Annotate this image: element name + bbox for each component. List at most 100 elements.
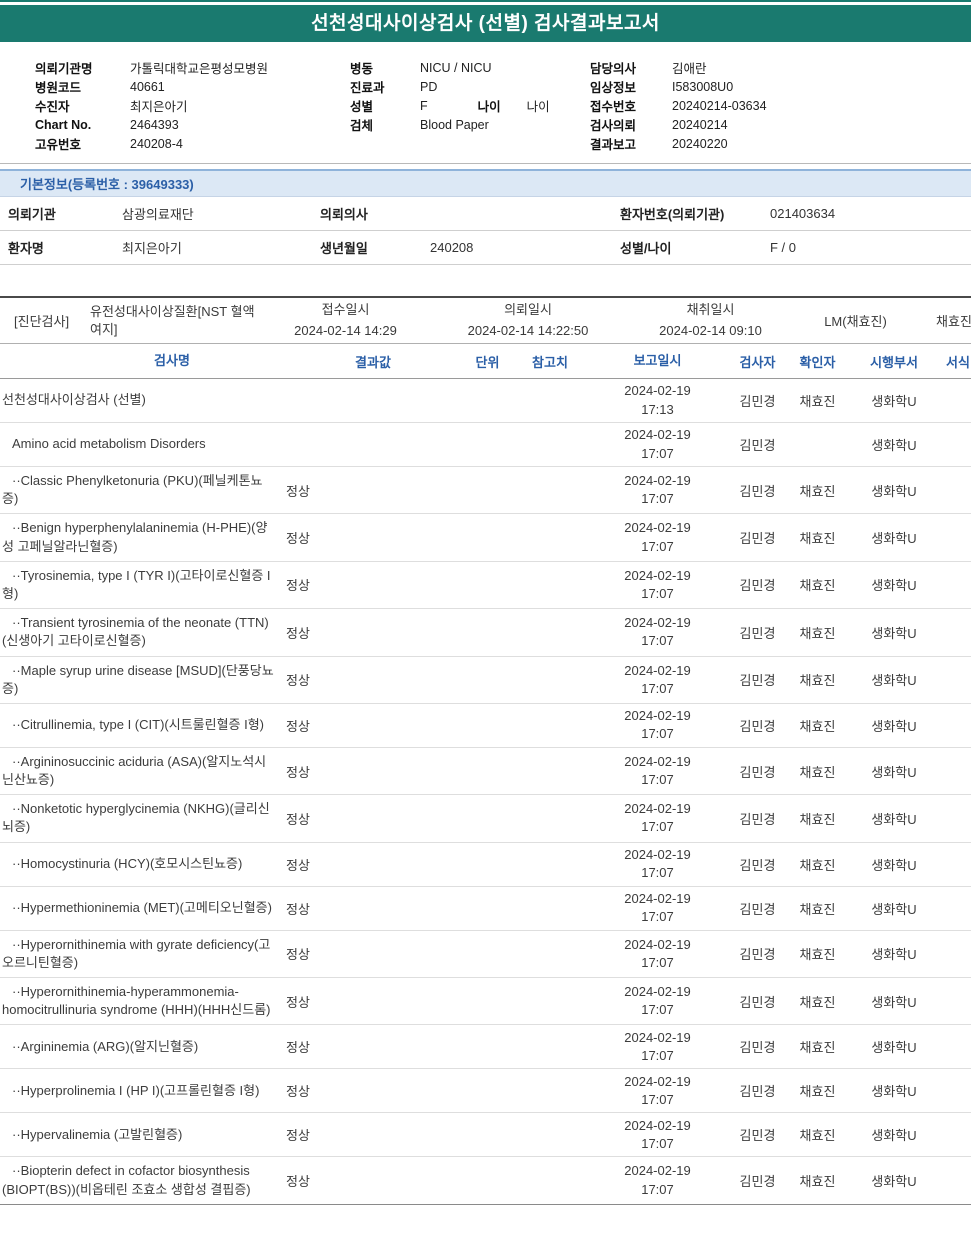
department-name: 생화학U (871, 994, 917, 1010)
department-name: 생화학U (871, 947, 917, 963)
test-result: 정상 (286, 994, 310, 1010)
report-datetime: 2024-02-19 17:07 (624, 984, 691, 1018)
tester-name: 김민경 (739, 625, 776, 641)
department-name: 생화학U (871, 1128, 917, 1144)
cell-value: 240208 (430, 240, 474, 255)
test-name: ··Hypermethioninemia (MET)(고메티오닌혈증) (12, 900, 272, 916)
confirmer-name: 채효진 (799, 625, 836, 641)
report-datetime: 2024-02-19 17:07 (624, 846, 691, 881)
basic-info-row: 의뢰기관 삼광의료재단 의뢰의사 환자번호(의뢰기관) 021403634 (0, 197, 971, 231)
header-field-row: 병동 NICU / NICU (350, 58, 590, 77)
test-name: ··Hyperprolinemia I (HP I)(고프롤린혈증 I형) (12, 1082, 260, 1098)
field-value: F (420, 98, 428, 113)
test-name: 선천성대사이상검사 (선별) (2, 392, 146, 408)
result-row: ··Biopterin defect in cofactor biosynthe… (0, 1157, 971, 1203)
confirmer-name: 채효진 (799, 1174, 836, 1190)
col-reference: 참고치 (532, 354, 568, 370)
department-name: 생화학U (871, 578, 917, 594)
test-name: Amino acid metabolism Disorders (12, 436, 206, 452)
field-label: 성별 (350, 100, 374, 114)
confirmer-name: 채효진 (799, 1084, 836, 1100)
test-name: ··Hypervalinemia (고발린혈증) (12, 1126, 183, 1142)
confirmer-name: 채효진 (799, 947, 836, 963)
test-result: 정상 (286, 1040, 310, 1056)
tester-name: 김민경 (739, 901, 776, 917)
department-name: 생화학U (871, 901, 917, 917)
result-row: ··Maple syrup urine disease [MSUD](단풍당뇨증… (0, 657, 971, 704)
department-name: 생화학U (871, 483, 917, 499)
basic-info-table: 의뢰기관 삼광의료재단 의뢰의사 환자번호(의뢰기관) 021403634 환자… (0, 197, 971, 265)
tester-name: 김민경 (739, 1174, 776, 1190)
collect-datetime-value: 2024-02-14 09:10 (659, 322, 762, 338)
report-page: 선천성대사이상검사 (선별) 검사결과보고서 의뢰기관명 가톨릭대학교은평성모병… (0, 0, 971, 1205)
header-field-row: 의뢰기관명 가톨릭대학교은평성모병원 (35, 58, 350, 77)
field-value: 240208-4 (130, 136, 183, 151)
test-result: 정상 (286, 625, 310, 641)
header-field-row: 진료과 PD (350, 77, 590, 96)
confirmer-name: 채효진 (799, 764, 836, 780)
result-row: ··Classic Phenylketonuria (PKU)(페닐케톤뇨증) … (0, 467, 971, 515)
report-datetime: 2024-02-19 17:07 (624, 1029, 691, 1063)
report-datetime: 2024-02-19 17:13 (624, 383, 691, 417)
receive-datetime-value: 2024-02-14 14:29 (294, 322, 397, 338)
tester-name: 김민경 (739, 718, 776, 734)
result-row: ··Nonketotic hyperglycinemia (NKHG)(글리신뇌… (0, 795, 971, 843)
header-field-row: 검체 Blood Paper (350, 115, 590, 134)
tester-name: 김민경 (739, 531, 776, 547)
department-name: 생화학U (871, 718, 917, 734)
test-name: ··Citrullinemia, type I (CIT)(시트룰린혈증 I형) (12, 717, 265, 733)
cell-label: 성별/나이 (620, 241, 672, 256)
collector-name: 채효진 (936, 314, 971, 329)
basic-info-row: 환자명 최지은아기 생년월일 240208 성별/나이 F / 0 (0, 231, 971, 265)
cell-value: 삼광의료재단 (122, 207, 194, 222)
result-row: ··Argininemia (ARG)(알지닌혈증) 정상 2024-02-19… (0, 1025, 971, 1070)
tester-name: 김민경 (739, 1084, 776, 1100)
field-value: 20240214 (672, 117, 728, 132)
test-result: 정상 (286, 811, 310, 827)
field-label: 병원코드 (35, 81, 82, 95)
test-name: ··Biopterin defect in cofactor biosynthe… (2, 1163, 251, 1197)
header-field-row: 고유번호 240208-4 (35, 134, 350, 153)
basic-info-bar: 기본정보(등록번호 : 39649333) (0, 169, 971, 197)
receive-datetime-label: 접수일시 (321, 302, 370, 318)
field-label: 진료과 (350, 81, 385, 95)
department-name: 생화학U (871, 673, 917, 689)
test-name: ··Argininosuccinic aciduria (ASA)(알지노석시닌… (2, 753, 267, 788)
header-field-row: 수진자 최지은아기 (35, 96, 350, 115)
test-name: ··Benign hyperphenylalaninemia (H-PHE)(양… (2, 520, 268, 554)
field-value: 가톨릭대학교은평성모병원 (130, 62, 269, 76)
header-divider (0, 163, 971, 164)
result-row: ··Benign hyperphenylalaninemia (H-PHE)(양… (0, 514, 971, 562)
test-name: ··Transient tyrosinemia of the neonate (… (2, 615, 269, 649)
tester-name: 김민경 (739, 673, 776, 689)
department-name: 생화학U (871, 531, 917, 547)
department-name: 생화학U (871, 625, 917, 641)
confirmer-name: 채효진 (799, 901, 836, 917)
field-label: 고유번호 (35, 138, 82, 152)
result-row: ··Hyperprolinemia I (HP I)(고프롤린혈증 I형) 정상… (0, 1069, 971, 1114)
report-datetime: 2024-02-19 17:07 (624, 1163, 691, 1197)
test-result: 정상 (286, 718, 310, 734)
department-name: 생화학U (871, 1040, 917, 1056)
request-datetime-value: 2024-02-14 14:22:50 (467, 322, 589, 338)
patient-header-col3: 담당의사 김애란 임상정보 I583008U0 접수번호 20240214-03… (590, 58, 971, 153)
header-field-row: 임상정보 I583008U0 (590, 77, 971, 96)
col-unit: 단위 (475, 354, 500, 370)
test-result: 정상 (286, 857, 310, 873)
tester-name: 김민경 (739, 394, 776, 409)
report-datetime: 2024-02-19 17:07 (624, 890, 691, 925)
field-extra-label: 나이 (477, 100, 501, 114)
department-name: 생화학U (871, 1084, 917, 1100)
top-divider (0, 0, 971, 2)
field-label: 검체 (350, 119, 374, 133)
test-name: ··Tyrosinemia, type I (TYR I)(고타이로신혈증 I형… (2, 567, 271, 601)
test-result: 정상 (286, 1174, 310, 1190)
report-datetime: 2024-02-19 17:07 (624, 567, 691, 601)
col-form: 서식 (946, 354, 970, 370)
result-row: ··Citrullinemia, type I (CIT)(시트룰린혈증 I형)… (0, 704, 971, 748)
report-datetime: 2024-02-19 17:07 (624, 427, 691, 461)
test-result: 정상 (286, 578, 310, 594)
test-result: 정상 (286, 1084, 310, 1100)
field-value: NICU / NICU (420, 60, 492, 75)
col-test-name: 검사명 (154, 352, 190, 368)
